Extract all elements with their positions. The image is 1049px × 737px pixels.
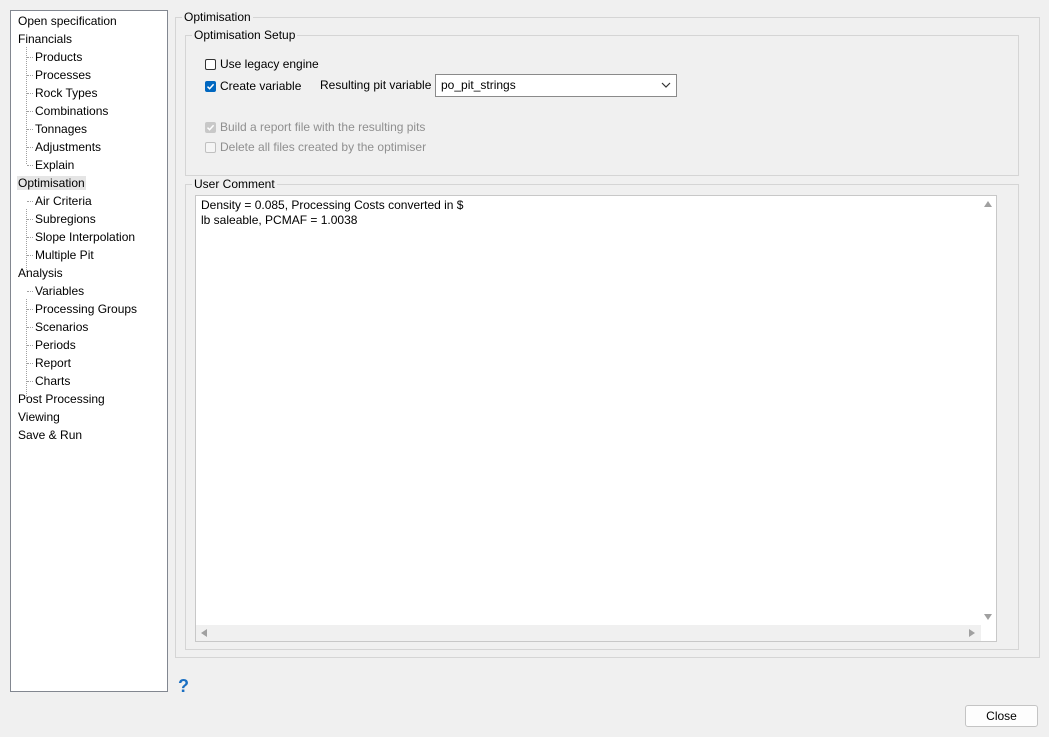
tree-item-subregions[interactable]: Subregions bbox=[27, 210, 97, 228]
optimisation-setup-title: Optimisation Setup bbox=[192, 28, 298, 42]
chevron-down-icon bbox=[661, 82, 671, 88]
check-icon bbox=[206, 83, 215, 90]
tree-item-processes[interactable]: Processes bbox=[27, 66, 92, 84]
tree-item-open-specification[interactable]: Open specification bbox=[17, 12, 118, 30]
navigation-tree[interactable]: Open specification Financials Products P… bbox=[10, 10, 168, 692]
check-icon bbox=[206, 124, 215, 131]
build-report-checkbox[interactable]: Build a report file with the resulting p… bbox=[205, 119, 425, 135]
resulting-pit-variable-label: Resulting pit variable bbox=[320, 78, 432, 92]
scroll-right-icon[interactable] bbox=[969, 629, 975, 637]
panel-title: Optimisation bbox=[182, 10, 253, 24]
tree-item-slope-interpolation[interactable]: Slope Interpolation bbox=[27, 228, 136, 246]
tree-item-periods[interactable]: Periods bbox=[27, 336, 77, 354]
user-comment-title: User Comment bbox=[192, 177, 277, 191]
tree-item-variables[interactable]: Variables bbox=[27, 282, 85, 300]
create-variable-checkbox[interactable]: Create variable bbox=[205, 78, 301, 94]
tree-item-products[interactable]: Products bbox=[27, 48, 83, 66]
tree-item-financials[interactable]: Financials bbox=[17, 30, 73, 48]
tree-item-charts[interactable]: Charts bbox=[27, 372, 71, 390]
tree-connector bbox=[26, 299, 27, 398]
tree-item-processing-groups[interactable]: Processing Groups bbox=[27, 300, 138, 318]
tree-item-save-run[interactable]: Save & Run bbox=[17, 426, 83, 444]
scroll-left-icon[interactable] bbox=[201, 629, 207, 637]
help-icon[interactable]: ? bbox=[178, 677, 189, 695]
scroll-down-icon[interactable] bbox=[984, 614, 992, 620]
tree-item-explain[interactable]: Explain bbox=[27, 156, 75, 174]
tree-item-combinations[interactable]: Combinations bbox=[27, 102, 109, 120]
tree-item-scenarios[interactable]: Scenarios bbox=[27, 318, 89, 336]
tree-item-analysis[interactable]: Analysis bbox=[17, 264, 64, 282]
scroll-up-icon[interactable] bbox=[984, 201, 992, 207]
tree-item-tonnages[interactable]: Tonnages bbox=[27, 120, 88, 138]
use-legacy-engine-checkbox[interactable]: Use legacy engine bbox=[205, 56, 319, 72]
user-comment-textarea[interactable]: Density = 0.085, Processing Costs conver… bbox=[195, 195, 997, 642]
checkbox-box[interactable] bbox=[205, 80, 216, 92]
tree-item-post-processing[interactable]: Post Processing bbox=[17, 390, 106, 408]
tree-item-adjustments[interactable]: Adjustments bbox=[27, 138, 102, 156]
vertical-scrollbar[interactable] bbox=[980, 196, 996, 626]
checkbox-box[interactable] bbox=[205, 58, 216, 70]
horizontal-scrollbar[interactable] bbox=[196, 625, 981, 641]
checkbox-box[interactable] bbox=[205, 121, 216, 133]
close-button[interactable]: Close bbox=[965, 705, 1038, 727]
tree-item-multiple-pit[interactable]: Multiple Pit bbox=[27, 246, 95, 264]
tree-item-report[interactable]: Report bbox=[27, 354, 72, 372]
checkbox-box[interactable] bbox=[205, 141, 216, 153]
delete-files-checkbox[interactable]: Delete all files created by the optimise… bbox=[205, 139, 426, 155]
user-comment-text: Density = 0.085, Processing Costs conver… bbox=[201, 198, 464, 227]
tree-item-rock-types[interactable]: Rock Types bbox=[27, 84, 98, 102]
tree-item-optimisation[interactable]: Optimisation bbox=[17, 174, 86, 192]
tree-item-viewing[interactable]: Viewing bbox=[17, 408, 61, 426]
tree-item-air-criteria[interactable]: Air Criteria bbox=[27, 192, 93, 210]
resulting-pit-variable-select[interactable]: po_pit_strings bbox=[435, 74, 677, 97]
